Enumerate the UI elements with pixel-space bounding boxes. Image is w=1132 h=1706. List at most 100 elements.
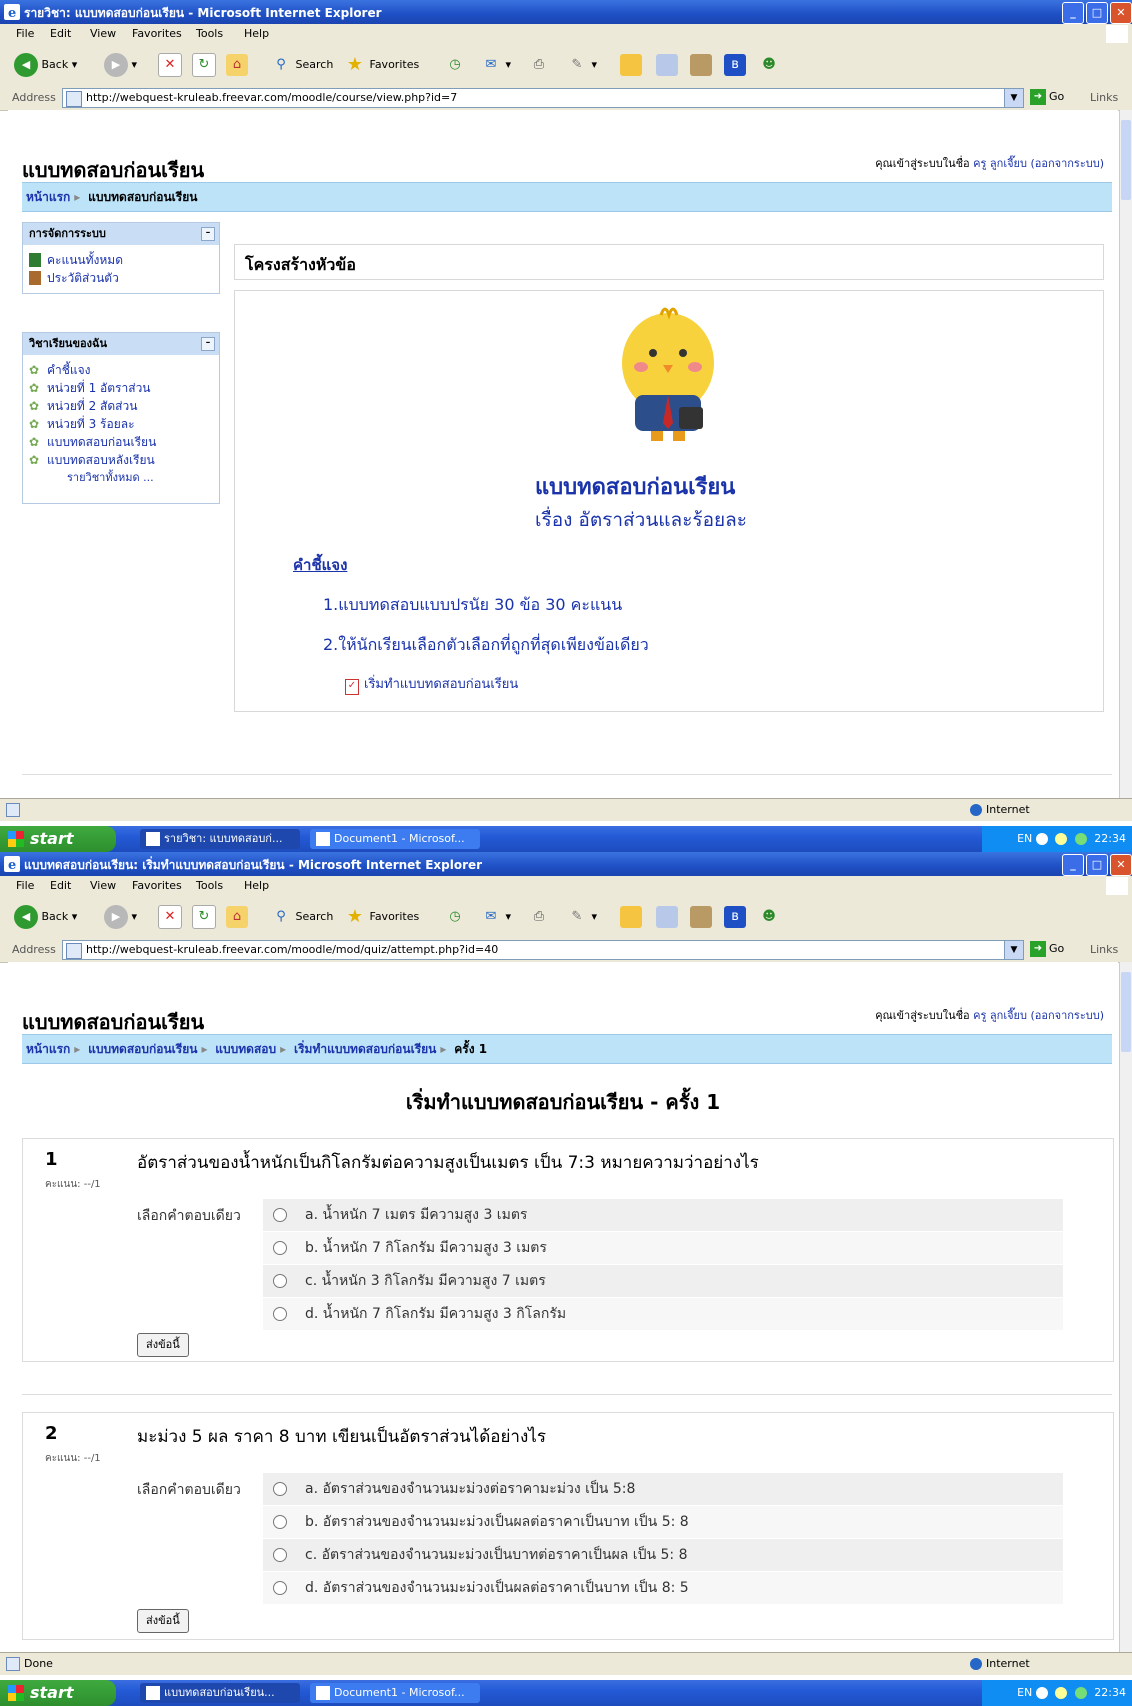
minimize-button[interactable]: _ [1062, 2, 1084, 24]
research-button[interactable] [690, 904, 712, 930]
close-button[interactable]: ✕ [1110, 2, 1132, 24]
menu-help[interactable]: Help [244, 879, 269, 892]
answer-option[interactable]: b. น้ำหนัก 7 กิโลกรัม มีความสูง 3 เมตร [263, 1232, 1063, 1264]
logout-link[interactable]: (ออกจากระบบ) [1030, 1009, 1104, 1022]
breadcrumb-home[interactable]: หน้าแรก [26, 1042, 70, 1056]
answer-option[interactable]: b. อัตราส่วนของจำนวนมะม่วงเป็นผลต่อราคาเ… [263, 1506, 1063, 1538]
scroll-thumb[interactable] [1121, 120, 1131, 200]
answer-option[interactable]: c. อัตราส่วนของจำนวนมะม่วงเป็นบาทต่อราคา… [263, 1539, 1063, 1571]
back-button[interactable]: ◀ Back ▾ [14, 904, 77, 930]
research-button[interactable] [690, 52, 712, 78]
submit-question-button[interactable]: ส่งข้อนี้ [137, 1333, 189, 1357]
answer-option[interactable]: a. อัตราส่วนของจำนวนมะม่วงต่อราคามะม่วง … [263, 1473, 1063, 1505]
history-button[interactable]: ◷ [444, 904, 466, 930]
start-quiz-link[interactable]: ✓ เริ่มทำแบบทดสอบก่อนเรียน [345, 673, 518, 695]
tray-icon[interactable] [1074, 1687, 1087, 1699]
menu-favorites[interactable]: Favorites [132, 879, 182, 892]
block-item-activity[interactable]: ✿ แบบทดสอบหลังเรียน [23, 451, 219, 469]
menu-view[interactable]: View [90, 879, 116, 892]
home-button[interactable]: ⌂ [226, 904, 248, 930]
print-button[interactable]: ⎙ [528, 904, 550, 930]
taskbar-item-ie[interactable]: แบบทดสอบก่อนเรียน... [140, 1683, 300, 1703]
answer-option[interactable]: d. น้ำหนัก 7 กิโลกรัม มีความสูง 3 กิโลกร… [263, 1298, 1063, 1330]
refresh-button[interactable]: ↻ [192, 52, 216, 78]
home-button[interactable]: ⌂ [226, 52, 248, 78]
messenger-button[interactable] [656, 904, 678, 930]
search-button[interactable]: ⚲ Search [270, 904, 333, 930]
menu-help[interactable]: Help [244, 27, 269, 40]
breadcrumb-quizzes[interactable]: แบบทดสอบ [215, 1042, 276, 1056]
tray-icon[interactable] [1055, 1687, 1068, 1699]
mail-button[interactable]: ✉ ▾ [480, 904, 511, 930]
go-button[interactable]: ➜ Go [1030, 89, 1064, 105]
radio-button[interactable] [273, 1548, 287, 1562]
close-button[interactable]: ✕ [1110, 854, 1132, 876]
folder-button[interactable] [620, 52, 642, 78]
radio-button[interactable] [273, 1581, 287, 1595]
users-button[interactable]: ☻ [758, 904, 780, 930]
tray-icon[interactable] [1074, 833, 1087, 845]
start-button[interactable]: start [0, 826, 116, 852]
block-item-activity[interactable]: ✿ หน่วยที่ 1 อัตราส่วน [23, 379, 219, 397]
taskbar-item-word[interactable]: Document1 - Microsof... [310, 1683, 480, 1703]
history-button[interactable]: ◷ [444, 52, 466, 78]
favorites-button[interactable]: ★ Favorites [344, 904, 419, 930]
radio-button[interactable] [273, 1482, 287, 1496]
user-link[interactable]: ครู ลูกเจี๊ยบ [973, 1009, 1027, 1022]
stop-button[interactable]: ✕ [158, 904, 182, 930]
logout-link[interactable]: (ออกจากระบบ) [1030, 157, 1104, 170]
block-item-activity[interactable]: ✿ หน่วยที่ 3 ร้อยละ [23, 415, 219, 433]
radio-button[interactable] [273, 1241, 287, 1255]
collapse-toggle-icon[interactable]: – [201, 337, 215, 351]
breadcrumb-home[interactable]: หน้าแรก [26, 190, 70, 204]
users-button[interactable]: ☻ [758, 52, 780, 78]
minimize-button[interactable]: _ [1062, 854, 1084, 876]
forward-button[interactable]: ▶ ▾ [104, 904, 137, 930]
search-button[interactable]: ⚲ Search [270, 52, 333, 78]
links-label[interactable]: Links [1090, 943, 1118, 956]
vertical-scrollbar[interactable] [1119, 110, 1132, 798]
vertical-scrollbar[interactable] [1119, 962, 1132, 1652]
taskbar-item-word[interactable]: Document1 - Microsof... [310, 829, 480, 849]
address-dropdown-button[interactable]: ▼ [1004, 88, 1024, 108]
menu-view[interactable]: View [90, 27, 116, 40]
menu-file[interactable]: File [16, 879, 34, 892]
user-link[interactable]: ครู ลูกเจี๊ยบ [973, 157, 1027, 170]
forward-button[interactable]: ▶ ▾ [104, 52, 137, 78]
radio-button[interactable] [273, 1208, 287, 1222]
links-label[interactable]: Links [1090, 91, 1118, 104]
taskbar-item-ie[interactable]: รายวิชา: แบบทดสอบก่... [140, 829, 300, 849]
radio-button[interactable] [273, 1307, 287, 1321]
all-courses-link[interactable]: รายวิชาทั้งหมด ... [23, 469, 219, 487]
menu-tools[interactable]: Tools [196, 27, 223, 40]
radio-button[interactable] [273, 1274, 287, 1288]
edit-button[interactable]: ✎ ▾ [566, 52, 597, 78]
block-item-activity[interactable]: ✿ แบบทดสอบก่อนเรียน [23, 433, 219, 451]
block-item-activity[interactable]: ✿ คำชี้แจง [23, 361, 219, 379]
menu-file[interactable]: File [16, 27, 34, 40]
start-button[interactable]: start [0, 1680, 116, 1706]
menu-tools[interactable]: Tools [196, 879, 223, 892]
favorites-button[interactable]: ★ Favorites [344, 52, 419, 78]
tray-icon[interactable] [1055, 833, 1068, 845]
bluetooth-button[interactable]: ʙ [724, 904, 746, 930]
address-input[interactable]: http://webquest-kruleab.freevar.com/mood… [62, 940, 1024, 960]
breadcrumb-course[interactable]: แบบทดสอบก่อนเรียน [88, 1042, 197, 1056]
print-button[interactable]: ⎙ [528, 52, 550, 78]
back-button[interactable]: ◀ Back ▾ [14, 52, 77, 78]
go-button[interactable]: ➜ Go [1030, 941, 1064, 957]
address-dropdown-button[interactable]: ▼ [1004, 940, 1024, 960]
tray-icon[interactable] [1035, 1687, 1048, 1699]
breadcrumb-quiz[interactable]: เริ่มทำแบบทดสอบก่อนเรียน [294, 1042, 436, 1056]
answer-option[interactable]: d. อัตราส่วนของจำนวนมะม่วงเป็นผลต่อราคาเ… [263, 1572, 1063, 1604]
collapse-toggle-icon[interactable]: – [201, 227, 215, 241]
maximize-button[interactable]: □ [1086, 2, 1108, 24]
submit-question-button[interactable]: ส่งข้อนี้ [137, 1609, 189, 1633]
radio-button[interactable] [273, 1515, 287, 1529]
answer-option[interactable]: c. น้ำหนัก 3 กิโลกรัม มีความสูง 7 เมตร [263, 1265, 1063, 1297]
menu-edit[interactable]: Edit [50, 879, 71, 892]
folder-button[interactable] [620, 904, 642, 930]
stop-button[interactable]: ✕ [158, 52, 182, 78]
scroll-thumb[interactable] [1121, 972, 1131, 1052]
refresh-button[interactable]: ↻ [192, 904, 216, 930]
